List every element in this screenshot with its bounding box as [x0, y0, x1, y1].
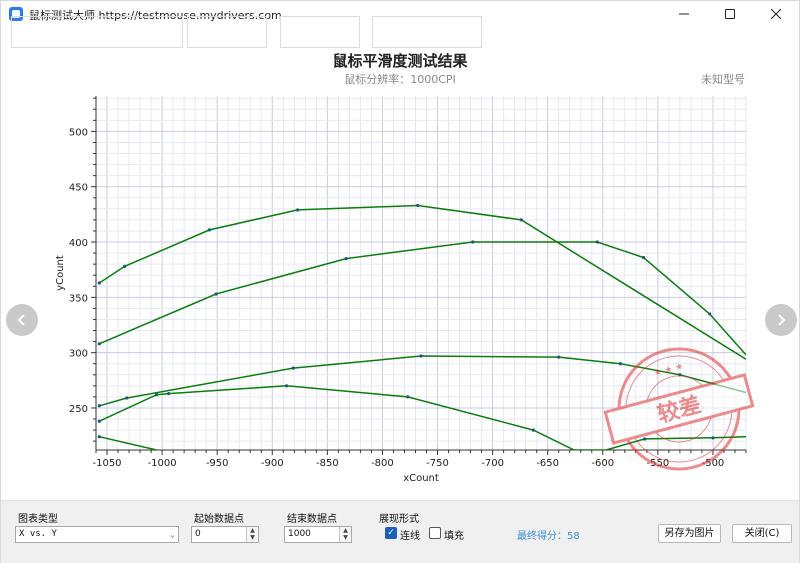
data-point [97, 342, 101, 346]
style-label: 展现形式 [378, 510, 420, 525]
data-point [207, 228, 212, 232]
x-axis-label: xCount [403, 473, 439, 484]
x-tick-label: -800 [371, 458, 394, 469]
x-tick-label: -600 [591, 458, 614, 469]
data-point [557, 355, 561, 359]
data-point [344, 257, 348, 261]
data-point [97, 419, 101, 423]
data-point [641, 255, 646, 260]
app-window: 鼠标测试大师 https://testmouse.mydrivers.com 鼠… [0, 0, 800, 563]
data-point [154, 393, 159, 397]
start-label: 起始数据点 [193, 510, 245, 525]
y-tick-label: 350 [69, 293, 88, 304]
y-tick-label: 300 [69, 349, 88, 360]
data-point [416, 203, 420, 208]
data-point [167, 391, 171, 396]
checkmark-icon: ✓ [387, 528, 395, 538]
data-point [471, 240, 475, 244]
data-point [97, 404, 101, 408]
close-icon [771, 9, 781, 19]
spin-down-icon[interactable]: ▼ [340, 534, 351, 541]
smoothness-chart: -1050 -1000 -950 -900 -850 -800 -750 -700 -650 -6… [55, 96, 755, 484]
start-point-input[interactable]: 0 ▲ ▼ [191, 526, 259, 543]
data-point [214, 292, 218, 296]
chevron-right-icon [778, 314, 786, 326]
minimize-button[interactable] [661, 1, 707, 27]
line-checkbox-label: 连线 [400, 531, 420, 542]
end-spinner[interactable]: ▲ ▼ [339, 527, 351, 542]
data-point [708, 312, 712, 316]
data-point [125, 396, 129, 400]
close-button[interactable]: 关闭(C) [732, 524, 792, 543]
x-tick-label: -850 [316, 458, 339, 469]
data-point [419, 354, 423, 358]
series-line-5 [99, 435, 157, 450]
x-tick-label: -1000 [148, 458, 177, 469]
series-line-1 [98, 204, 746, 360]
close-window-button[interactable] [753, 1, 799, 27]
data-point [618, 362, 623, 366]
y-tick-label: 500 [69, 127, 88, 138]
data-point [531, 428, 535, 432]
spin-up-icon[interactable]: ▲ [340, 527, 351, 534]
chart-type-group [11, 16, 183, 48]
end-label: 结束数据点 [286, 510, 338, 525]
end-point-input[interactable]: 1000 ▲ ▼ [284, 526, 352, 543]
start-point-value: 0 [195, 529, 201, 539]
chevron-down-icon: ⌄ [170, 530, 175, 539]
data-point [284, 384, 289, 388]
spin-down-icon[interactable]: ▼ [247, 534, 258, 541]
data-point [123, 264, 127, 268]
save-image-button[interactable]: 另存为图片 [658, 524, 721, 543]
maximize-icon [725, 9, 735, 19]
fill-checkbox-label: 填充 [444, 531, 464, 542]
x-tick-label: -1050 [92, 458, 121, 469]
data-point [97, 435, 101, 439]
x-tick-label: -700 [481, 458, 504, 469]
end-group [280, 16, 360, 48]
spin-up-icon[interactable]: ▲ [247, 527, 258, 534]
x-tick-label: -750 [426, 458, 449, 469]
start-spinner[interactable]: ▲ ▼ [246, 527, 258, 542]
data-point [595, 240, 599, 244]
chart-area: 鼠标平滑度测试结果 鼠标分辨率：1000CPI 未知型号 -1050 -1000-… [1, 28, 799, 498]
x-tick-label: -950 [206, 458, 229, 469]
data-point [291, 366, 295, 370]
next-chart-button[interactable] [765, 304, 797, 336]
chart-type-label: 图表类型 [17, 510, 59, 525]
data-point [711, 436, 715, 440]
data-point [406, 395, 410, 399]
fill-checkbox[interactable] [429, 527, 441, 539]
line-checkbox[interactable]: ✓ [385, 527, 397, 539]
chart-type-select[interactable]: X vs. Y ⌄ [15, 526, 179, 543]
x-tick-label: -900 [261, 458, 284, 469]
y-axis-label: yCount [55, 255, 66, 291]
x-tick-label: -650 [536, 458, 559, 469]
maximize-button[interactable] [707, 1, 753, 27]
end-point-value: 1000 [288, 529, 311, 539]
minimize-icon [679, 13, 689, 15]
final-score: 最终得分：58 [517, 531, 580, 542]
y-tick-label: 400 [69, 238, 88, 249]
chevron-left-icon [17, 314, 25, 326]
y-tick-label: 250 [69, 404, 88, 415]
start-group [187, 16, 267, 48]
data-point [97, 281, 101, 285]
y-tick-label: 450 [69, 183, 88, 194]
data-point [519, 218, 523, 222]
data-point [296, 208, 300, 212]
style-group [372, 16, 482, 48]
previous-chart-button[interactable] [6, 304, 38, 336]
data-point [643, 437, 647, 441]
chart-type-value: X vs. Y [19, 529, 57, 539]
